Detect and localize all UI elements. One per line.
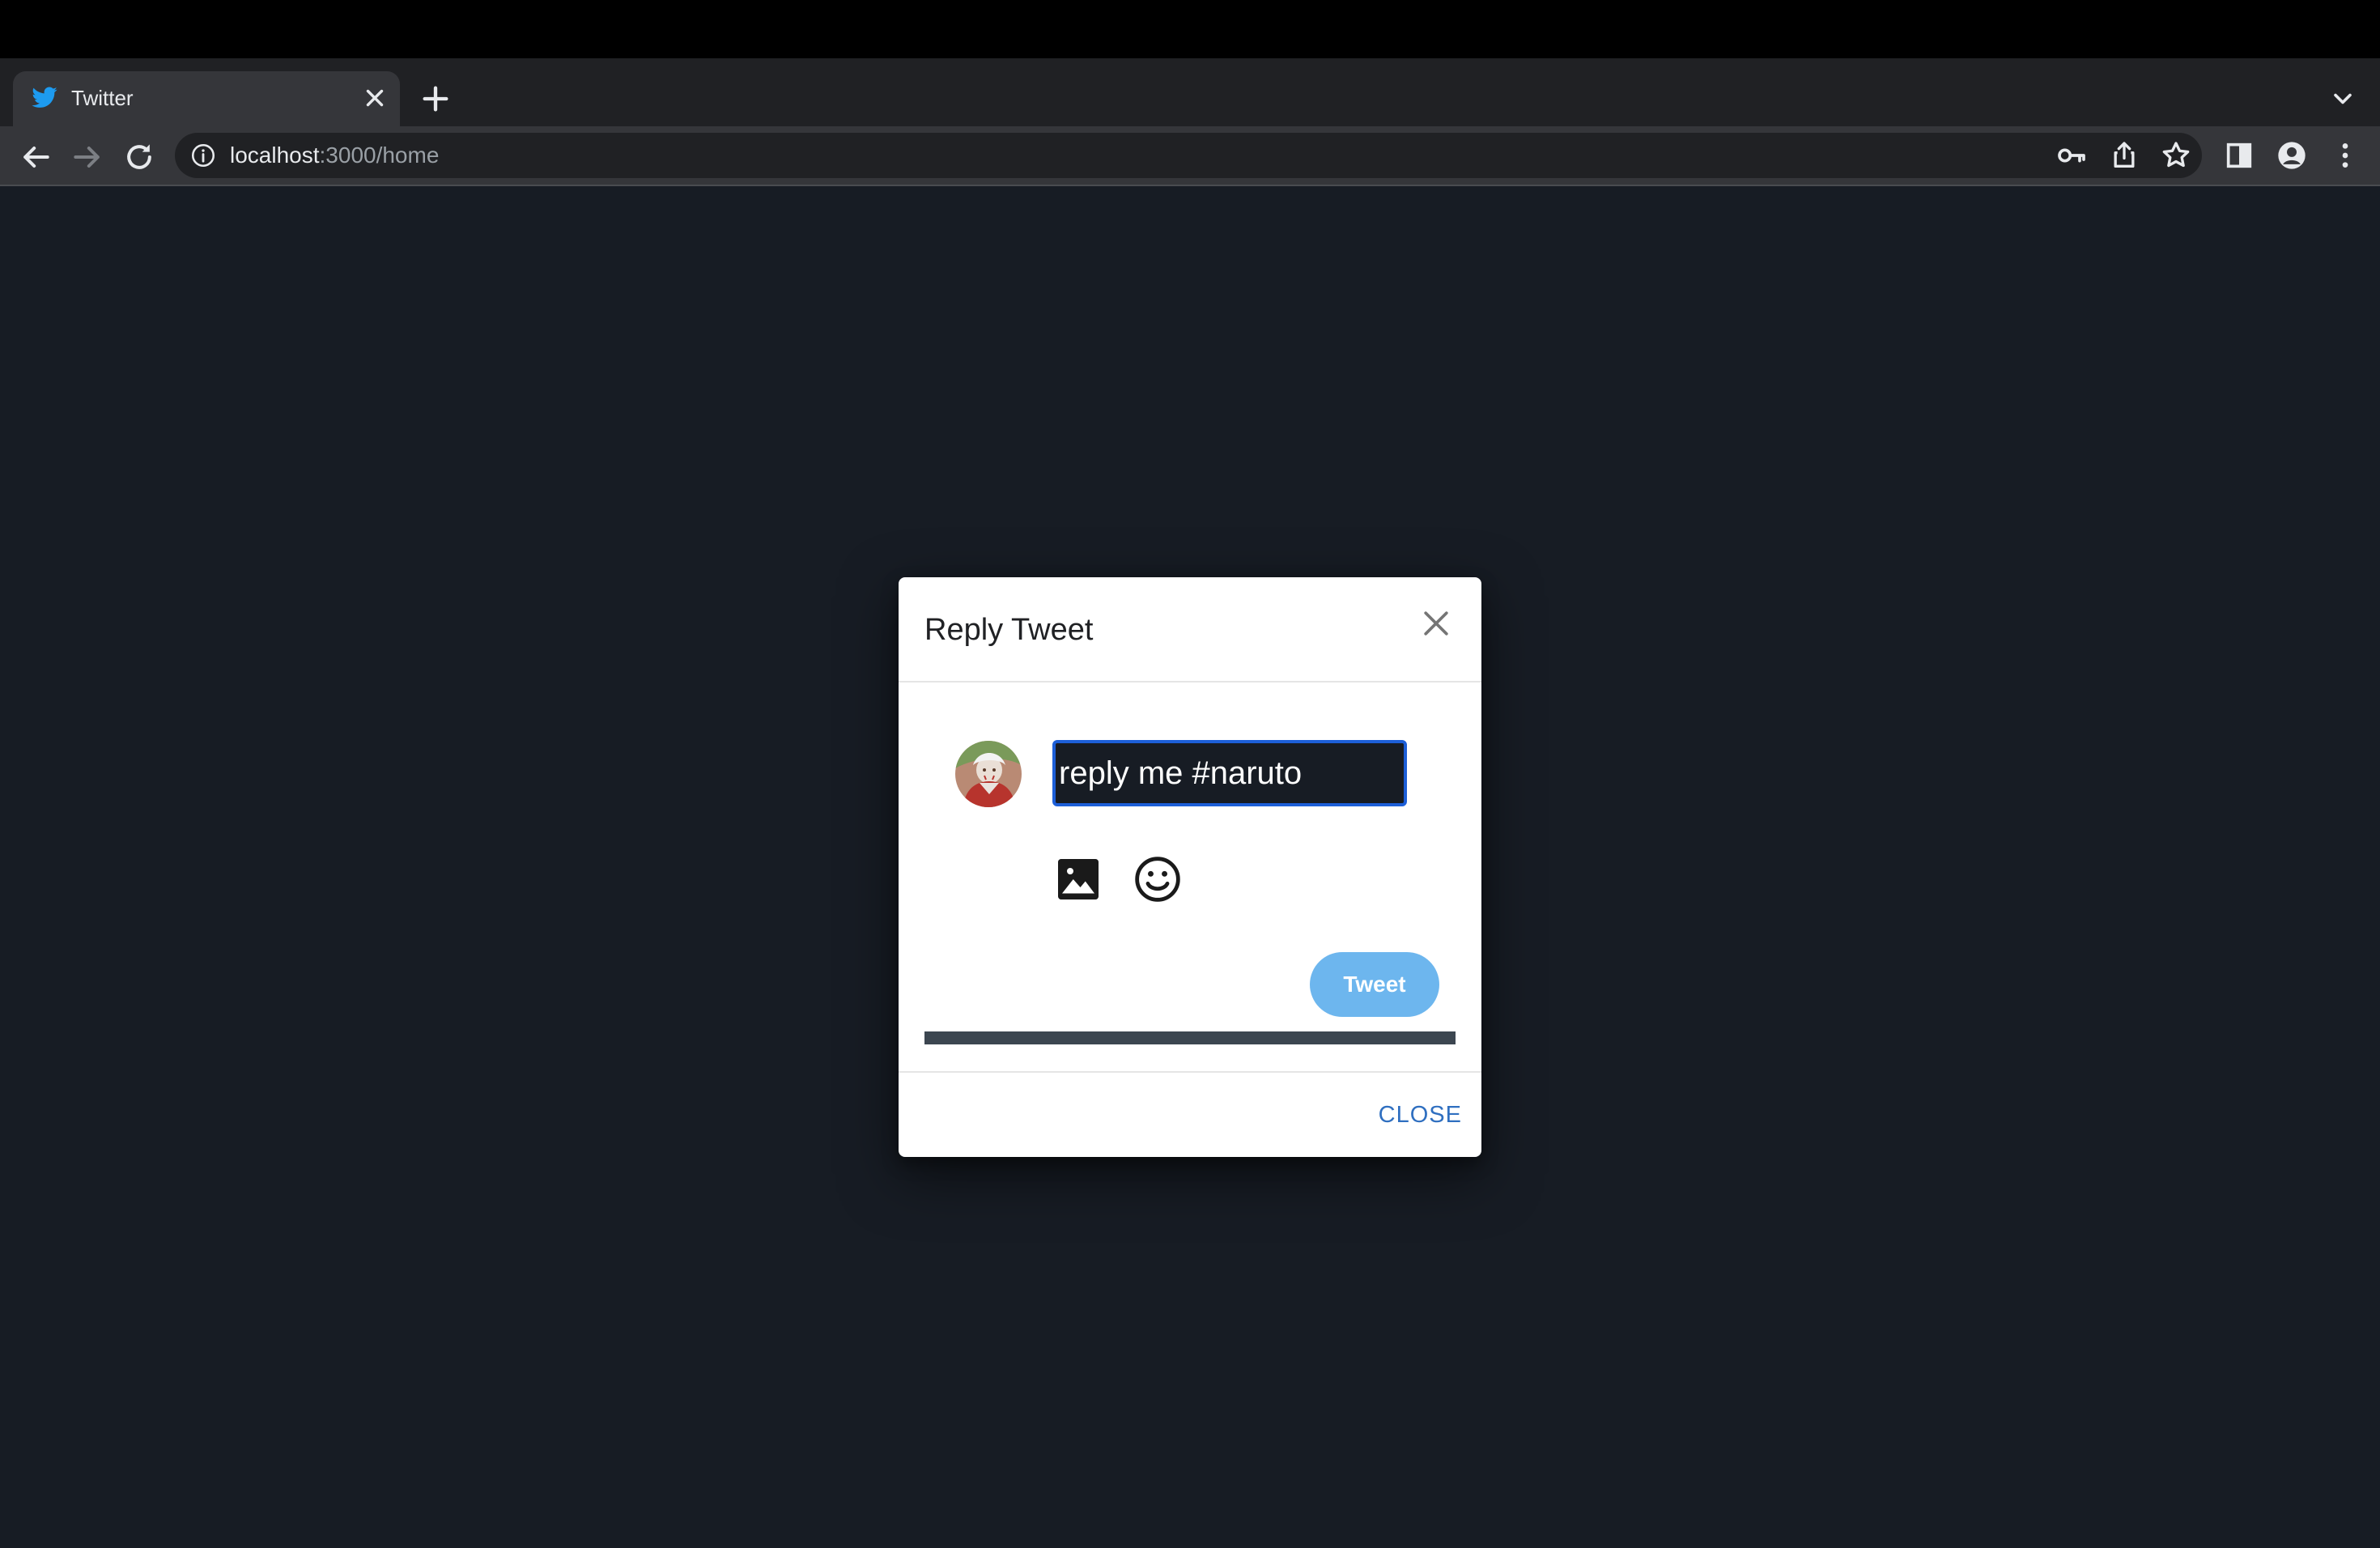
window-titlebar (0, 0, 2380, 58)
forward-icon[interactable] (70, 139, 105, 175)
site-info-icon[interactable] (189, 142, 217, 169)
close-button[interactable]: CLOSE (1362, 1095, 1462, 1135)
profile-icon[interactable] (2276, 139, 2308, 172)
reply-text-input[interactable] (1052, 740, 1407, 806)
toolbar-divider (0, 185, 2380, 186)
address-bar[interactable] (175, 133, 2202, 178)
close-icon[interactable] (1418, 606, 1454, 641)
tab-title: Twitter (71, 86, 134, 110)
dialog-header-divider (899, 681, 1481, 683)
star-icon[interactable] (2160, 139, 2192, 172)
tab-close-icon[interactable] (361, 84, 389, 112)
progress-bar-fill (924, 1031, 1456, 1044)
address-url[interactable]: localhost:3000/home (230, 133, 439, 178)
back-icon[interactable] (18, 139, 53, 175)
twitter-bird-icon (32, 87, 57, 108)
reply-tweet-dialog (899, 577, 1481, 1157)
new-tab-plus-icon[interactable] (419, 83, 452, 115)
url-host: localhost (230, 142, 320, 168)
avatar-image (955, 741, 1022, 807)
progress-bar (924, 1031, 1456, 1044)
side-panel-icon[interactable] (2223, 139, 2255, 172)
share-icon[interactable] (2108, 139, 2140, 172)
more-menu-icon[interactable] (2329, 139, 2361, 172)
emoji-icon[interactable] (1132, 853, 1184, 905)
reload-icon[interactable] (121, 139, 157, 175)
url-path: :3000/home (319, 142, 440, 168)
image-icon[interactable] (1054, 855, 1103, 904)
key-icon[interactable] (2055, 139, 2088, 172)
tweet-button[interactable]: Tweet (1310, 952, 1439, 1017)
chevron-down-icon[interactable] (2328, 84, 2357, 113)
dialog-footer-divider (899, 1071, 1481, 1073)
avatar (955, 741, 1022, 807)
dialog-title: Reply Tweet (924, 613, 1094, 647)
